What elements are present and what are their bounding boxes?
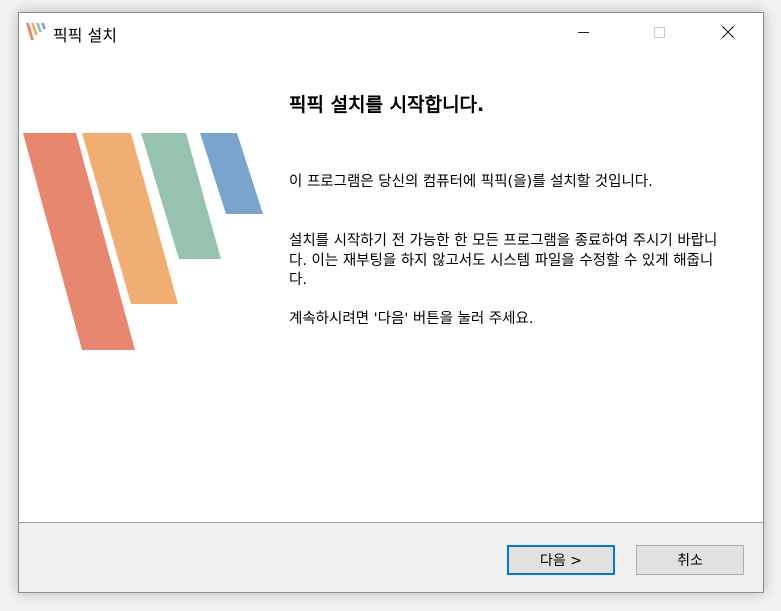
continue-paragraph: 계속하시려면 '다음' 버튼을 눌러 주세요. xyxy=(289,311,534,327)
maximize-icon xyxy=(653,26,665,38)
close-button[interactable] xyxy=(705,13,751,51)
window-title: 픽픽 설치 xyxy=(53,26,117,45)
minimize-button[interactable] xyxy=(560,13,606,51)
next-button[interactable]: 다음 > xyxy=(507,545,615,575)
close-icon xyxy=(721,25,735,39)
minimize-icon xyxy=(577,31,589,33)
title-bar[interactable]: 픽픽 설치 xyxy=(19,13,763,51)
stripe-blue xyxy=(200,133,263,214)
welcome-panel: 픽픽 설치를 시작합니다. 이 프로그램은 당신의 컴퓨터에 픽픽(을)를 설치… xyxy=(19,51,763,522)
intro-paragraph: 이 프로그램은 당신의 컴퓨터에 픽픽(을)를 설치할 것입니다. xyxy=(289,174,653,190)
picpick-logo-icon xyxy=(26,23,46,40)
page-heading: 픽픽 설치를 시작합니다. xyxy=(289,94,485,116)
cancel-button[interactable]: 취소 xyxy=(636,545,744,575)
close-programs-paragraph: 설치를 시작하기 전 가능한 한 모든 프로그램을 종료하여 주시기 바랍니다.… xyxy=(289,233,718,288)
brand-stripes-graphic xyxy=(23,133,263,350)
button-bar: 다음 > 취소 xyxy=(19,522,763,592)
installer-window: 픽픽 설치 픽픽 설치를 시작합니다. 이 프로그램은 당신의 컴퓨터에 픽픽(… xyxy=(18,12,764,593)
maximize-button xyxy=(636,13,682,51)
